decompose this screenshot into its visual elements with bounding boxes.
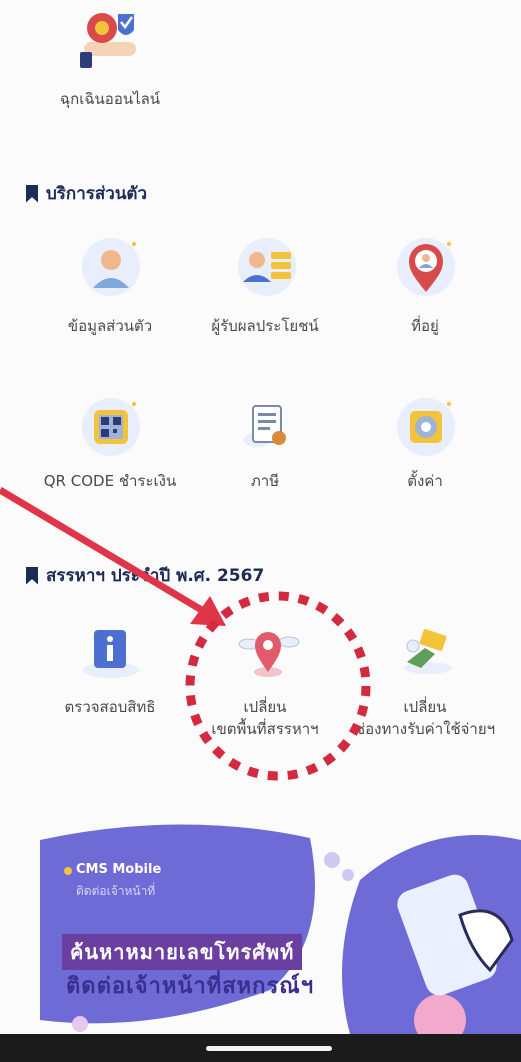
change-payment-channel-item[interactable]: เปลี่ยน ช่องทางรับค่าใช้จ่ายฯ <box>355 618 505 738</box>
money-bag-shield-icon <box>80 13 136 68</box>
settings-icon <box>397 398 455 456</box>
emergency-online-label: ฉุกเฉินออนไลน์ <box>59 90 161 108</box>
change-area-label-line1: เปลี่ยน <box>243 698 287 716</box>
location-person-icon <box>397 238 455 296</box>
change-payment-label-line1: เปลี่ยน <box>403 698 447 716</box>
banner-subline: ติดต่อเจ้าหน้าที่สหกรณ์ฯ <box>66 974 315 999</box>
bookmark-icon <box>26 566 38 585</box>
section-title-personal: บริการส่วนตัว <box>26 180 147 207</box>
emergency-online-item[interactable]: ฉุกเฉินออนไลน์ <box>40 0 180 110</box>
brand-dot-icon <box>64 867 72 875</box>
info-board-icon <box>83 630 139 678</box>
settings-item[interactable]: ตั้งค่า <box>355 392 495 502</box>
qr-payment-item[interactable]: QR CODE ชำระเงิน <box>40 392 180 502</box>
red-arrow-line <box>0 486 207 616</box>
settings-label: ตั้งค่า <box>407 472 443 490</box>
check-rights-label: ตรวจสอบสิทธิ <box>64 698 156 716</box>
qr-code-icon <box>82 398 140 456</box>
personal-info-item[interactable]: ข้อมูลส่วนตัว <box>40 232 180 342</box>
tax-label: ภาษี <box>250 472 280 490</box>
change-area-label-line2: เขตพื้นที่สรรหาฯ <box>211 720 319 738</box>
bottom-bar <box>0 1034 521 1062</box>
tax-item[interactable]: ภาษี <box>195 392 335 502</box>
beneficiary-item[interactable]: ผู้รับผลประโยชน์ <box>195 232 335 342</box>
person-profile-icon <box>82 238 140 296</box>
map-pin-icon <box>238 632 300 677</box>
section-title-welfare: สรรหาฯ ประจำปี พ.ศ. 2567 <box>26 562 264 589</box>
banner-brand-sub: ติดต่อเจ้าหน้าที่ <box>76 884 156 898</box>
bookmark-icon <box>26 184 38 203</box>
change-payment-label-line2: ช่องทางรับค่าใช้จ่ายฯ <box>354 720 496 738</box>
banner-brand: CMS Mobile <box>76 862 162 877</box>
change-area-item[interactable]: เปลี่ยน เขตพื้นที่สรรหาฯ <box>195 618 335 738</box>
qr-payment-label: QR CODE ชำระเงิน <box>43 472 177 490</box>
contact-banner[interactable]: CMS Mobile ติดต่อเจ้าหน้าที่ ค้นหาหมายเล… <box>0 820 521 1034</box>
address-item[interactable]: ที่อยู่ <box>355 232 495 342</box>
tax-document-icon <box>243 405 286 447</box>
check-rights-item[interactable]: ตรวจสอบสิทธิ <box>40 618 180 728</box>
address-label: ที่อยู่ <box>411 317 439 335</box>
banner-headline: ค้นหาหมายเลขโทรศัพท์ <box>62 934 303 970</box>
beneficiary-list-icon <box>238 238 296 296</box>
home-indicator[interactable] <box>206 1046 332 1051</box>
personal-info-label: ข้อมูลส่วนตัว <box>67 317 153 335</box>
card-payment-icon <box>404 629 452 674</box>
beneficiary-label: ผู้รับผลประโยชน์ <box>211 317 319 335</box>
